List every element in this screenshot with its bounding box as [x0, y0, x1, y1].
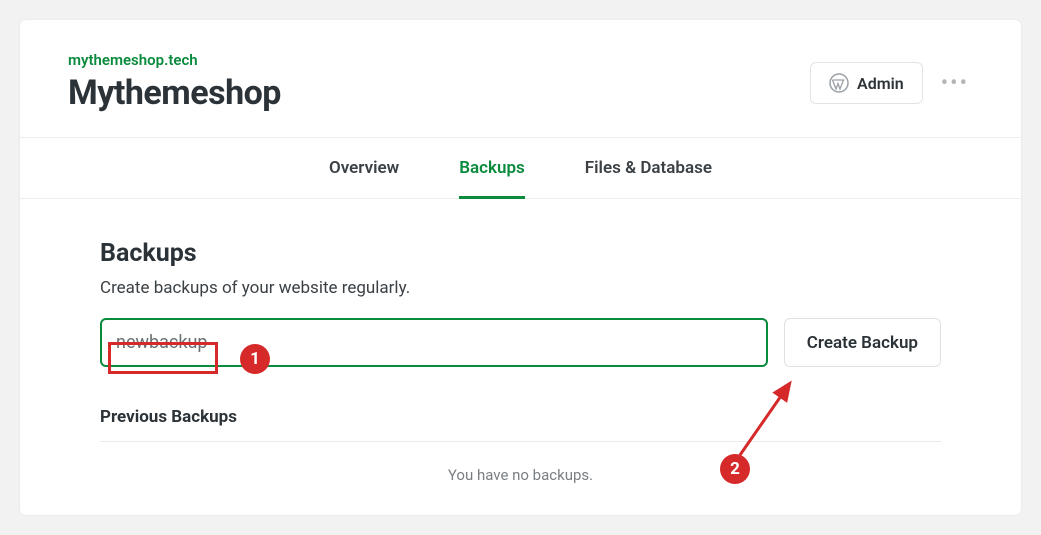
admin-button[interactable]: Admin: [810, 62, 923, 104]
tab-backups[interactable]: Backups: [459, 138, 525, 198]
header: mythemeshop.tech Mythemeshop Admin •••: [20, 20, 1021, 137]
header-right: Admin •••: [810, 50, 973, 104]
backup-name-input[interactable]: [100, 318, 768, 367]
content: Backups Create backups of your website r…: [20, 199, 1021, 508]
create-backup-button[interactable]: Create Backup: [784, 318, 941, 367]
tabs: Overview Backups Files & Database: [20, 137, 1021, 199]
wordpress-icon: [829, 73, 849, 93]
previous-backups-title: Previous Backups: [100, 407, 941, 442]
admin-label: Admin: [857, 74, 904, 93]
section-title: Backups: [100, 239, 941, 268]
tab-overview[interactable]: Overview: [329, 138, 399, 198]
backup-input-row: Create Backup: [100, 318, 941, 367]
site-title: Mythemeshop: [68, 73, 281, 113]
header-left: mythemeshop.tech Mythemeshop: [68, 50, 281, 113]
more-icon[interactable]: •••: [937, 67, 973, 100]
empty-state: You have no backups.: [100, 442, 941, 508]
tab-files-db[interactable]: Files & Database: [585, 138, 712, 198]
main-card: mythemeshop.tech Mythemeshop Admin ••• O…: [20, 20, 1021, 515]
domain-link[interactable]: mythemeshop.tech: [68, 51, 198, 69]
section-description: Create backups of your website regularly…: [100, 278, 941, 298]
